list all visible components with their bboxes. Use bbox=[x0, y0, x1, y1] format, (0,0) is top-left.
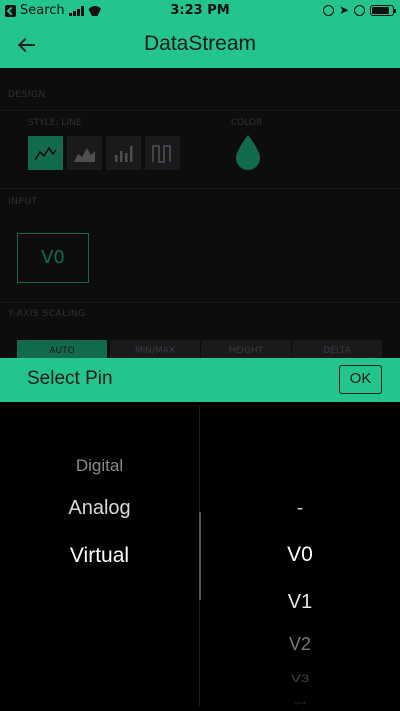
area-chart-style-button[interactable] bbox=[67, 136, 102, 170]
pin-option[interactable]: V4 bbox=[200, 700, 400, 705]
scaling-auto-button[interactable]: AUTO bbox=[17, 340, 107, 358]
scaling-height-button[interactable]: HEIGHT bbox=[201, 340, 291, 358]
datastream-settings-screen: Search 3:23 PM ➤ DataStream DESIGN STYLE… bbox=[0, 0, 400, 711]
page-title: DataStream bbox=[143, 32, 257, 55]
scaling-delta-button[interactable]: DELTA bbox=[292, 340, 382, 358]
style-label: STYLE: LINE bbox=[28, 118, 82, 128]
widget-settings-panel: DESIGN STYLE: LINE COLOR INPUT V0 Y-AXIS… bbox=[0, 68, 400, 358]
bar-chart-icon bbox=[115, 146, 133, 162]
binary-chart-icon bbox=[152, 145, 171, 163]
color-label: COLOR bbox=[231, 118, 263, 128]
design-section-label: DESIGN bbox=[8, 90, 46, 100]
screen-lock-icon bbox=[322, 4, 334, 16]
line-chart-icon bbox=[34, 146, 57, 161]
section-divider bbox=[0, 188, 400, 189]
section-divider bbox=[0, 302, 400, 303]
pin-type-option[interactable]: Digital bbox=[0, 456, 199, 476]
location-icon: ➤ bbox=[338, 3, 349, 17]
binary-chart-style-button[interactable] bbox=[145, 136, 180, 170]
pin-option-selected[interactable]: V0 bbox=[200, 543, 400, 567]
pin-type-option[interactable]: Analog bbox=[0, 497, 199, 520]
select-pin-title: Select Pin bbox=[27, 368, 113, 389]
section-divider bbox=[0, 110, 400, 111]
select-pin-toolbar: Select Pin OK bbox=[0, 358, 400, 402]
battery-icon bbox=[370, 4, 396, 16]
input-section-label: INPUT bbox=[8, 197, 38, 207]
status-bar: Search 3:23 PM ➤ bbox=[0, 0, 400, 22]
pin-option[interactable]: V2 bbox=[200, 634, 400, 655]
line-chart-style-button[interactable] bbox=[28, 136, 63, 170]
alarm-icon bbox=[354, 4, 365, 16]
pin-option[interactable]: V3 bbox=[200, 672, 400, 685]
pin-option[interactable]: V1 bbox=[200, 591, 400, 614]
pin-option[interactable]: - bbox=[200, 498, 400, 520]
pin-picker[interactable]: Digital Analog Virtual - V0 V1 V2 V3 V4 bbox=[0, 402, 400, 711]
ok-button[interactable]: OK bbox=[339, 365, 382, 394]
bar-chart-style-button[interactable] bbox=[106, 136, 141, 170]
app-header: DataStream bbox=[0, 22, 400, 68]
pin-type-option-selected[interactable]: Virtual bbox=[0, 544, 199, 568]
y-axis-scaling-label: Y-AXIS SCALING bbox=[8, 309, 86, 319]
color-drop-icon[interactable] bbox=[234, 134, 262, 170]
area-chart-icon bbox=[74, 148, 95, 162]
input-pin-button[interactable]: V0 bbox=[17, 233, 89, 283]
scaling-minmax-button[interactable]: MIN/MAX bbox=[110, 340, 200, 358]
